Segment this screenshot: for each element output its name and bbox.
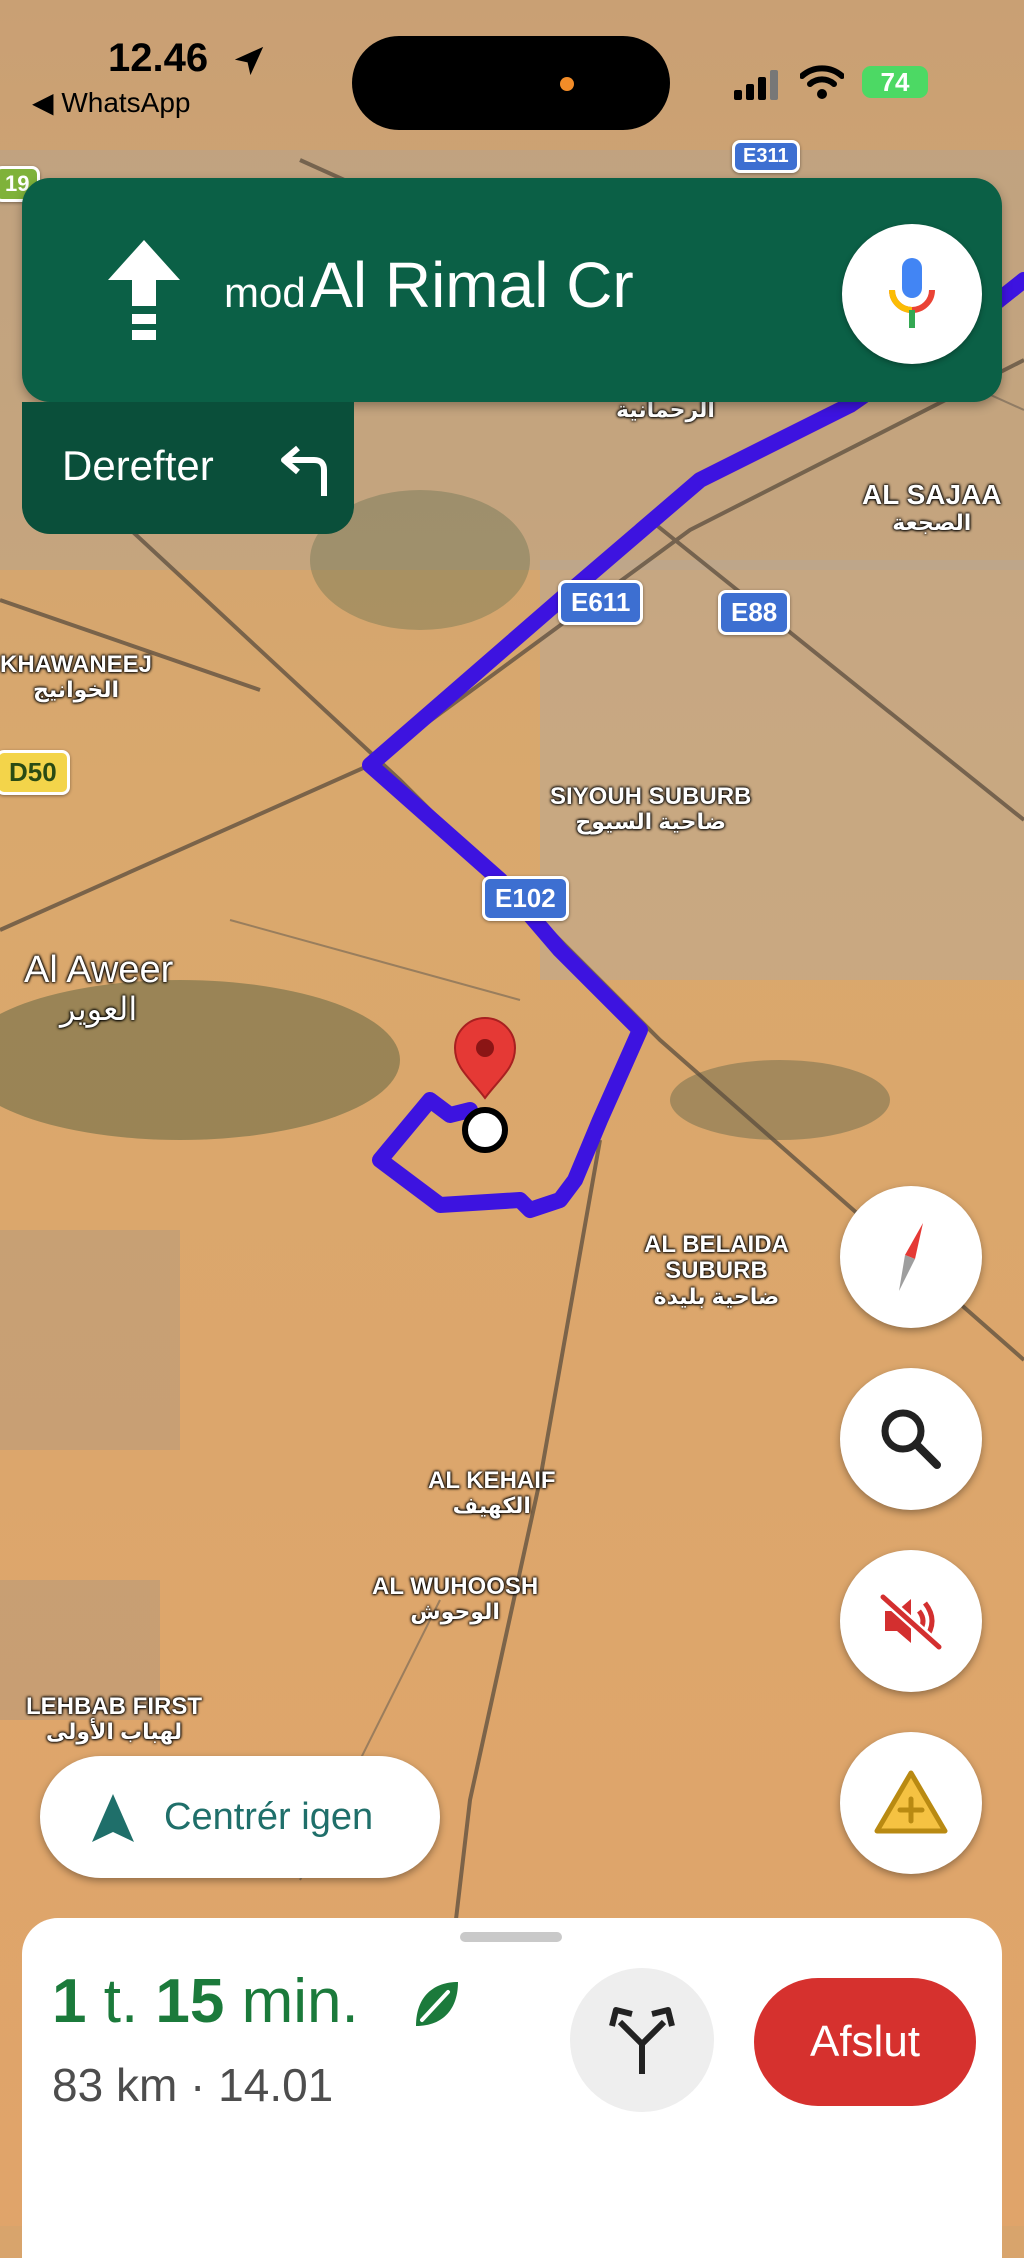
map-label-text: AL SAJAA xyxy=(862,479,1002,510)
trip-details: 83 km · 14.01 xyxy=(52,2058,333,2112)
map-label-al-wuhoosh: AL WUHOOSH الوحوش xyxy=(372,1573,539,1625)
instruction-prefix: mod xyxy=(224,269,306,316)
highway-shield-e311: E311 xyxy=(732,140,800,173)
next-instruction-box[interactable]: Derefter xyxy=(22,402,354,534)
search-along-route-button[interactable] xyxy=(840,1368,982,1510)
instruction-text: mod Al Rimal Cr xyxy=(224,248,634,322)
map-label-arabic: الوحوش xyxy=(410,1599,500,1625)
map-label-arabic: الكهيف xyxy=(452,1493,531,1519)
map-label-al-kehaif: AL KEHAIF الكهيف xyxy=(428,1467,556,1519)
recenter-button[interactable]: Centrér igen xyxy=(40,1756,440,1878)
sheet-drag-handle[interactable] xyxy=(460,1932,562,1942)
map-label-lehbab: LEHBAB FIRST لهباب الأولى xyxy=(26,1693,202,1745)
map-label-text: Al Aweer xyxy=(24,949,174,991)
map-label-text: AL BELAIDA xyxy=(644,1231,789,1258)
report-incident-icon xyxy=(874,1770,948,1834)
compass-icon xyxy=(899,1223,923,1291)
current-location-marker xyxy=(462,1107,508,1153)
map-label-text: LEHBAB FIRST xyxy=(26,1693,202,1720)
farm-area xyxy=(670,1060,890,1140)
recenter-label: Centrér igen xyxy=(164,1796,374,1838)
eta-minutes-unit: min. xyxy=(241,1967,359,2036)
end-navigation-button[interactable]: Afslut xyxy=(754,1978,976,2106)
highway-shield-e88: E88 xyxy=(718,590,791,635)
map-label-al-aweer: Al Aweer العوير xyxy=(24,949,174,1027)
wifi-icon xyxy=(800,65,844,99)
map-label-text: SUBURB xyxy=(665,1257,768,1285)
highway-shield-e102: E102 xyxy=(482,876,569,921)
map-label-khawaneej: KHAWANEEJ الخوانيج xyxy=(0,651,153,703)
microphone-icon xyxy=(889,258,935,328)
map-label-arabic: ضاحية السيوح xyxy=(575,809,726,835)
leaf-icon xyxy=(416,1982,458,2026)
voice-search-button[interactable] xyxy=(842,224,982,364)
instruction-street: Al Rimal Cr xyxy=(310,249,634,321)
navigation-arrow-icon xyxy=(92,1794,134,1842)
map-label-text: KHAWANEEJ xyxy=(0,651,153,678)
map-label-text: AL KEHAIF xyxy=(428,1467,556,1494)
highway-shield-e611: E611 xyxy=(558,580,644,625)
map-label-arabic: الصجعة xyxy=(892,509,972,535)
map-label-siyouh: SIYOUH SUBURB ضاحية السيوح xyxy=(550,783,752,835)
straight-arrow-icon xyxy=(108,240,180,340)
dynamic-island xyxy=(352,36,670,130)
map-label-arabic: الخوانيج xyxy=(32,677,120,703)
trip-distance: 83 km xyxy=(52,2059,178,2111)
turn-left-icon xyxy=(281,445,327,496)
compass-button[interactable] xyxy=(840,1186,982,1328)
alternative-routes-button[interactable] xyxy=(570,1968,714,2112)
report-incident-button[interactable] xyxy=(840,1732,982,1874)
map-label-al-sajaa: AL SAJAA الصجعة xyxy=(862,479,1002,535)
map-label-text: AL WUHOOSH xyxy=(372,1573,539,1600)
status-time: 12.46 xyxy=(108,36,209,80)
map-label-arabic: لهباب الأولى xyxy=(45,1719,183,1745)
battery-indicator: 74 xyxy=(862,66,928,98)
route-alternatives-icon xyxy=(609,2007,675,2074)
eta-minutes: 15 xyxy=(155,1967,225,2036)
eta-hours-unit: t. xyxy=(103,1967,139,2036)
map-label-text: SIYOUH SUBURB xyxy=(550,783,752,810)
navigation-instruction-banner[interactable]: mod Al Rimal Cr xyxy=(22,178,1002,402)
eta-hours: 1 xyxy=(52,1967,87,2036)
highway-shield-d50: D50 xyxy=(0,750,70,795)
next-instruction-label: Derefter xyxy=(62,442,214,489)
location-services-icon xyxy=(234,46,264,76)
map-label-al-belaida: AL BELAIDA SUBURB ضاحية بليدة xyxy=(644,1231,789,1309)
cellular-signal-icon xyxy=(734,70,778,100)
arrival-time: 14.01 xyxy=(218,2059,334,2111)
trip-summary-sheet[interactable]: 1 t. 15 min. 83 km · 14.01 Afslut xyxy=(22,1918,1002,2258)
map-label-arabic: ضاحية بليدة xyxy=(653,1283,780,1309)
trip-separator: · xyxy=(190,2059,206,2111)
sound-toggle-button[interactable] xyxy=(840,1550,982,1692)
privacy-indicator xyxy=(560,77,574,91)
map-label-arabic: العوير xyxy=(60,990,138,1027)
back-to-app-link[interactable]: ◀ WhatsApp xyxy=(32,86,190,119)
sound-muted-icon xyxy=(879,1593,943,1651)
search-icon xyxy=(881,1409,941,1469)
eta-duration: 1 t. 15 min. xyxy=(52,1966,359,2037)
